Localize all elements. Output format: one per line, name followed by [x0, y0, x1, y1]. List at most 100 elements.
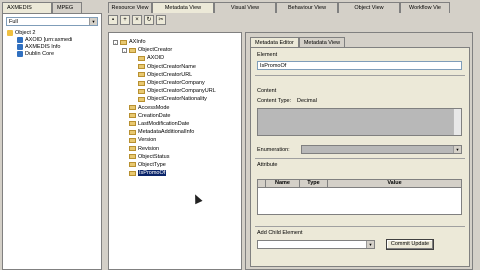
tab-visual-view[interactable]: Visual View	[214, 2, 276, 13]
divider	[255, 75, 465, 76]
object-tree-item[interactable]: Object 2	[7, 29, 72, 36]
metadata-editor-panel: Metadata Editor Metadata View Element Is…	[245, 32, 473, 270]
tree-node-label: ObjectCreatorCompany	[147, 80, 205, 87]
object-icon	[7, 29, 13, 36]
tree-node[interactable]: AccessMode	[113, 104, 216, 112]
folder-icon	[138, 88, 145, 94]
enumeration-label: Enumeration:	[257, 147, 290, 153]
editor-tab-bar: Metadata Editor Metadata View	[250, 37, 346, 47]
col-header-type[interactable]: Type	[300, 180, 328, 187]
divider	[255, 226, 465, 227]
tree-node[interactable]: Version	[113, 136, 216, 144]
folder-icon	[120, 39, 127, 45]
tree-node[interactable]: ObjectCreatorCompanyURL	[113, 87, 216, 95]
col-header-name[interactable]: Name	[266, 180, 300, 187]
tab-metadata-view[interactable]: Metadata View	[298, 37, 346, 47]
tree-node-label: Version	[138, 137, 157, 144]
folder-icon	[138, 64, 145, 70]
tree-node[interactable]: ObjectStatus	[113, 153, 216, 161]
tree-node[interactable]: Revision	[113, 144, 216, 152]
new-icon[interactable]: +	[120, 15, 130, 25]
tab-metadata-editor[interactable]: Metadata Editor	[250, 37, 299, 47]
cut-icon[interactable]: ✂	[156, 15, 166, 25]
tab-metadata-view[interactable]: Metadata View	[152, 2, 214, 13]
chevron-down-icon[interactable]: ▼	[366, 241, 374, 248]
folder-icon	[129, 146, 136, 152]
tree-node[interactable]: - AXInfo	[113, 38, 216, 46]
folder-icon	[138, 55, 145, 61]
object-tree-item[interactable]: AXMEDIS Info	[7, 43, 72, 50]
folder-icon	[129, 154, 136, 160]
object-tree: Object 2 AXOID [urn:axmedi AXMEDIS Info Dub…	[7, 29, 72, 57]
collapse-icon[interactable]: -	[113, 39, 118, 45]
tree-node[interactable]: ObjectCreatorCompany	[113, 79, 216, 87]
object-tree-label: Dublin Core	[25, 50, 55, 57]
editor-body: Element IsPromoOf Content Content Type: …	[250, 47, 470, 267]
tree-node-label: IsPromoOf	[138, 170, 167, 177]
attribute-grid[interactable]: Name Type Value	[257, 179, 462, 215]
tree-node[interactable]: CreationDate	[113, 112, 216, 120]
metadata-icon	[17, 43, 23, 50]
chevron-down-icon[interactable]: ▼	[89, 18, 97, 25]
tab-resource-view[interactable]: Resource View	[108, 2, 152, 13]
element-label: Element	[257, 52, 278, 58]
tree-node-label: LastModificationDate	[138, 120, 190, 127]
enumeration-select[interactable]: ▼	[301, 145, 462, 154]
object-tree-item[interactable]: AXOID [urn:axmedi	[7, 36, 72, 43]
tree-node-label: ObjectCreator	[138, 47, 173, 54]
refresh-icon[interactable]: ↻	[144, 15, 154, 25]
content-textarea[interactable]	[257, 108, 462, 136]
folder-icon	[129, 162, 136, 168]
tab-behaviour-view[interactable]: Behaviour View	[276, 2, 338, 13]
element-field[interactable]: IsPromoOf	[257, 61, 462, 70]
tree-node-label: AccessMode	[138, 104, 170, 111]
tree-node[interactable]: IsPromoOf	[113, 169, 216, 177]
app-window: AXMEDIS MPEG Full ▼ Object 2 AXOID [urn:a…	[0, 0, 480, 270]
folder-icon	[129, 137, 136, 143]
commit-update-button[interactable]: Commit Update	[386, 239, 434, 250]
tab-object-view[interactable]: Object View	[338, 2, 400, 13]
folder-icon	[138, 80, 145, 86]
tree-node[interactable]: ObjectType	[113, 161, 216, 169]
tab-axmedis[interactable]: AXMEDIS	[2, 2, 52, 13]
tree-node[interactable]: ObjectCreatorName	[113, 63, 216, 71]
tree-node-label: AXOID	[147, 55, 165, 62]
left-tab-bar: AXMEDIS MPEG	[2, 2, 102, 13]
save-icon[interactable]: ▪	[108, 15, 118, 25]
metadata-icon	[17, 50, 23, 57]
add-child-select[interactable]: ▼	[257, 240, 375, 249]
content-scrollbar[interactable]	[453, 109, 461, 135]
attribute-label: Attribute	[257, 162, 278, 168]
object-tree-panel: Full ▼ Object 2 AXOID [urn:axmedi AXMEDIS …	[2, 13, 102, 270]
content-type-value: Decimal	[297, 98, 317, 104]
tree-node[interactable]: - ObjectCreator	[113, 46, 216, 54]
tree-node-label: AXInfo	[129, 39, 146, 46]
divider	[255, 158, 465, 159]
tree-node-label: ObjectCreatorName	[147, 63, 196, 70]
collapse-icon[interactable]: -	[122, 47, 127, 53]
tab-workflow-vie[interactable]: Workflow Vie	[400, 2, 450, 13]
view-mode-select[interactable]: Full ▼	[6, 17, 98, 26]
chevron-down-icon[interactable]: ▼	[453, 146, 461, 153]
delete-icon[interactable]: ×	[132, 15, 142, 25]
tree-node[interactable]: LastModificationDate	[113, 120, 216, 128]
tree-node-label: Revision	[138, 145, 160, 152]
tree-node[interactable]: AXOID	[113, 54, 216, 62]
view-tab-bar: Resource View Metadata View Visual View Beh…	[108, 2, 480, 13]
object-tree-label: AXMEDIS Info	[25, 43, 61, 50]
add-child-label: Add Child Element	[257, 230, 303, 236]
tree-node[interactable]: ObjectCreatorNationality	[113, 95, 216, 103]
tree-node[interactable]: MetadataAdditionalInfo	[113, 128, 216, 136]
col-header-value[interactable]: Value	[328, 180, 461, 187]
tree-node-label: CreationDate	[138, 112, 171, 119]
folder-icon	[129, 129, 136, 135]
folder-icon	[129, 121, 136, 127]
folder-icon	[138, 72, 145, 78]
folder-icon	[129, 105, 136, 111]
tree-node[interactable]: ObjectCreatorURL	[113, 71, 216, 79]
folder-icon	[129, 47, 136, 53]
attribute-grid-header: Name Type Value	[258, 180, 461, 188]
tab-mpeg[interactable]: MPEG	[52, 2, 82, 13]
object-tree-item[interactable]: Dublin Core	[7, 50, 72, 57]
folder-icon	[129, 170, 136, 176]
